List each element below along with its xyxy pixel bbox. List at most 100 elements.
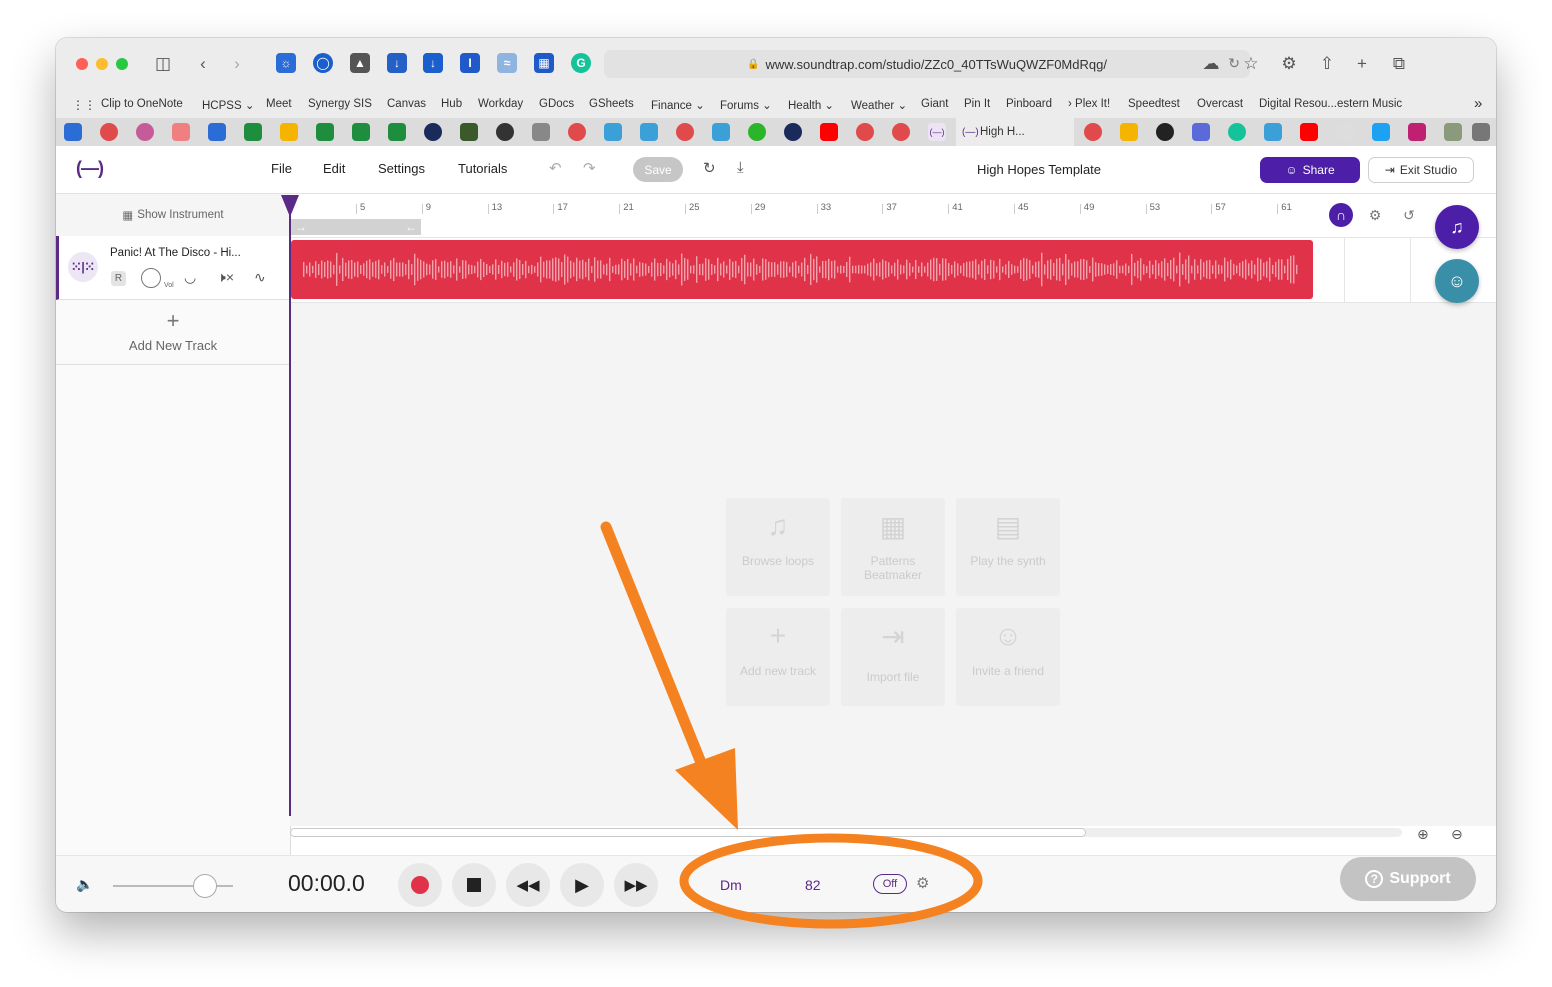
new-tab-icon[interactable]: + <box>1351 53 1373 75</box>
effects-icon[interactable]: ∿ <box>254 269 266 286</box>
tab[interactable] <box>604 123 622 141</box>
master-volume-thumb[interactable] <box>193 874 217 898</box>
redo-icon[interactable]: ↷ <box>583 159 596 177</box>
bookmark[interactable]: Pinboard <box>1006 98 1052 110</box>
bookmark[interactable]: › Plex It! <box>1068 98 1110 110</box>
stop-button[interactable] <box>452 863 496 907</box>
bookmark[interactable]: HCPSS ⌄ <box>202 98 254 112</box>
bookmark[interactable]: Speedtest <box>1128 98 1180 110</box>
play-button[interactable]: ▶ <box>560 863 604 907</box>
add-new-track-tile[interactable]: + Add new track <box>726 608 830 706</box>
gear-icon[interactable]: ⚙ <box>916 874 929 892</box>
fast-forward-button[interactable]: ▶▶ <box>614 863 658 907</box>
minimize-window-button[interactable] <box>96 58 108 70</box>
timeline-ruler[interactable]: → ← 5 9 13 17 21 25 29 33 37 41 45 49 53 57 61 <box>290 194 1496 238</box>
tab[interactable] <box>460 123 478 141</box>
track-lanes[interactable]: ♫ Browse loops ▦ Patterns Beatmaker ▤ Pl… <box>290 238 1496 826</box>
apps-grid-icon[interactable]: ⋮⋮ <box>72 98 96 112</box>
history-icon[interactable]: ↻ <box>703 159 716 177</box>
tab[interactable] <box>424 123 442 141</box>
tab[interactable] <box>1156 123 1174 141</box>
bookmark[interactable]: Finance ⌄ <box>651 98 705 112</box>
tab[interactable] <box>820 123 838 141</box>
gear-icon[interactable]: ⚙ <box>1278 53 1300 75</box>
tab[interactable]: (—) <box>928 123 946 141</box>
tab[interactable] <box>388 123 406 141</box>
tab[interactable] <box>244 123 262 141</box>
loop-end-icon[interactable]: ← <box>405 220 417 234</box>
record-button[interactable] <box>398 863 442 907</box>
bookmark[interactable]: Giant <box>921 98 949 110</box>
bookmark[interactable]: Synergy SIS <box>308 98 372 110</box>
tab[interactable] <box>568 123 586 141</box>
bookmark[interactable]: Overcast <box>1197 98 1243 110</box>
close-window-button[interactable] <box>76 58 88 70</box>
extension-icon[interactable]: ▦ <box>534 53 554 73</box>
tab[interactable] <box>1084 123 1102 141</box>
bookmark[interactable]: GSheets <box>589 98 634 110</box>
tempo-bpm[interactable]: 82 <box>805 877 821 893</box>
extension-icon[interactable]: ↓ <box>387 53 407 73</box>
bookmark[interactable]: GDocs <box>539 98 574 110</box>
bookmark[interactable]: Health ⌄ <box>788 98 834 112</box>
tab[interactable] <box>1444 123 1462 141</box>
key-signature[interactable]: Dm <box>720 877 742 893</box>
more-bookmarks-icon[interactable]: » <box>1474 95 1482 112</box>
tab[interactable] <box>1120 123 1138 141</box>
zoom-in-icon[interactable]: ⊕ <box>1417 826 1429 843</box>
loop-icon[interactable]: ↺ <box>1397 203 1421 227</box>
tab-active[interactable]: (—) High H... <box>956 118 1074 146</box>
tab[interactable] <box>1300 123 1318 141</box>
download-icon[interactable]: ⤓ <box>737 159 744 176</box>
loop-start-icon[interactable]: → <box>295 220 307 234</box>
zoom-window-button[interactable] <box>116 58 128 70</box>
tab[interactable] <box>352 123 370 141</box>
bookmark[interactable]: Workday <box>478 98 523 110</box>
shield-icon[interactable]: ▲ <box>350 53 370 73</box>
tab-overview-icon[interactable]: ⧉ <box>1388 53 1410 75</box>
horizontal-scrollbar[interactable] <box>290 828 1402 837</box>
gear-icon[interactable]: ⚙ <box>1363 203 1387 227</box>
tab[interactable] <box>1264 123 1282 141</box>
extension-icon[interactable]: ☼ <box>276 53 296 73</box>
save-button[interactable]: Save <box>633 157 683 182</box>
tab[interactable] <box>208 123 226 141</box>
tab[interactable] <box>136 123 154 141</box>
metronome-toggle[interactable]: Off <box>873 874 907 894</box>
tab[interactable] <box>676 123 694 141</box>
rewind-button[interactable]: ◀◀ <box>506 863 550 907</box>
invite-friend-button[interactable]: ☺ Invite a friend <box>956 608 1060 706</box>
rss-icon[interactable]: ≈ <box>497 53 517 73</box>
tab[interactable] <box>64 123 82 141</box>
undo-icon[interactable]: ↶ <box>549 159 562 177</box>
play-synth-button[interactable]: ▤ Play the synth <box>956 498 1060 596</box>
bookmark[interactable]: Digital Resou...estern Music <box>1259 98 1402 110</box>
sidebar-toggle-icon[interactable]: ◫ <box>152 53 174 75</box>
support-button[interactable]: ? Support <box>1340 857 1476 901</box>
menu-edit[interactable]: Edit <box>323 161 345 176</box>
instapaper-icon[interactable]: I <box>460 53 480 73</box>
patterns-beatmaker-button[interactable]: ▦ Patterns Beatmaker <box>841 498 945 596</box>
tab[interactable] <box>892 123 910 141</box>
music-note-icon[interactable]: ♫ <box>1435 205 1479 249</box>
tab[interactable] <box>784 123 802 141</box>
cloud-icon[interactable]: ☁ <box>1200 53 1222 75</box>
collaborators-icon[interactable]: ☺ <box>1435 259 1479 303</box>
tab[interactable] <box>1472 123 1490 141</box>
tab[interactable] <box>1228 123 1246 141</box>
tab[interactable] <box>172 123 190 141</box>
tab[interactable] <box>1408 123 1426 141</box>
project-title[interactable]: High Hopes Template <box>956 162 1122 177</box>
share-icon[interactable]: ⇧ <box>1316 53 1338 75</box>
menu-file[interactable]: File <box>271 161 292 176</box>
star-icon[interactable]: ☆ <box>1240 53 1262 75</box>
zoom-out-icon[interactable]: ⊖ <box>1451 826 1463 843</box>
tab[interactable] <box>640 123 658 141</box>
magnet-icon[interactable]: ∩ <box>1329 203 1353 227</box>
soundtrap-logo[interactable]: (—) <box>76 158 104 179</box>
bookmark[interactable]: Meet <box>266 98 292 110</box>
share-button[interactable]: ☺ Share <box>1260 157 1360 183</box>
track-header[interactable]: ⁙|⁙ Panic! At The Disco - Hi... R Vol ◡ … <box>56 236 290 300</box>
tab[interactable] <box>856 123 874 141</box>
scrollbar-thumb[interactable] <box>290 828 1086 837</box>
